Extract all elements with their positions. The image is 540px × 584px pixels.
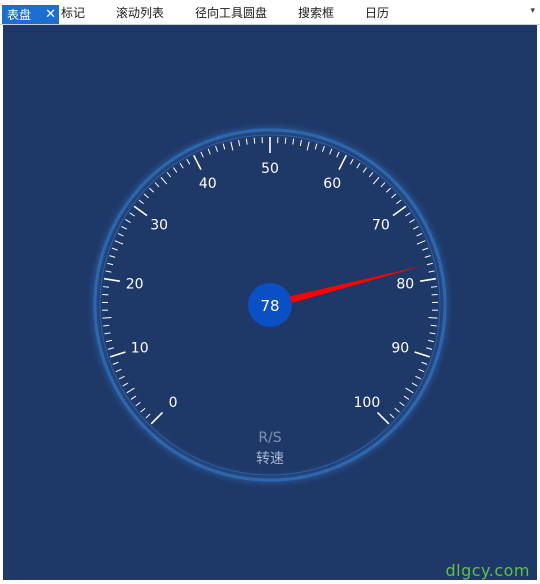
gauge-minor-tick xyxy=(102,286,110,288)
tab-dial-label: 表盘 xyxy=(7,8,32,22)
gauge-tick-label: 70 xyxy=(372,217,390,233)
gauge-minor-tick xyxy=(428,316,438,319)
gauge-minor-tick xyxy=(253,137,256,144)
gauge-tick-label: 100 xyxy=(354,395,381,411)
tab-scroll-list[interactable]: 滚动列表 xyxy=(116,3,164,23)
gauge-title: 转速 xyxy=(256,451,284,467)
app-window: 表盘 ✕ 标记 滚动列表 径向工具圆盘 搜索框 日历 ▾ 0 10 20 30 40 50… xyxy=(0,0,540,584)
gauge-tick-label: 10 xyxy=(131,340,149,356)
close-icon[interactable]: ✕ xyxy=(45,5,56,24)
gauge-tick-label: 90 xyxy=(391,340,409,356)
gauge-tick-label: 60 xyxy=(323,176,341,192)
gauge-tick-label: 30 xyxy=(150,217,168,233)
tab-bar: 表盘 ✕ 标记 滚动列表 径向工具圆盘 搜索框 日历 ▾ xyxy=(0,0,540,25)
tab-radial-tool-disc[interactable]: 径向工具圆盘 xyxy=(195,3,267,23)
gauge: 0 10 20 30 40 50 60 70 80 90 100 78 R/S 转速 xyxy=(85,120,455,490)
gauge-tick-label: 80 xyxy=(396,277,414,293)
gauge-unit: R/S xyxy=(258,430,281,446)
gauge-tick-label: 40 xyxy=(199,176,217,192)
tab-calendar[interactable]: 日历 xyxy=(365,3,389,23)
gauge-minor-tick xyxy=(284,137,287,144)
dial-panel: 0 10 20 30 40 50 60 70 80 90 100 78 R/S 转速 xyxy=(3,25,537,580)
tab-markers[interactable]: 标记 xyxy=(61,3,85,23)
gauge-tick-label: 50 xyxy=(261,161,279,177)
chevron-down-icon[interactable]: ▾ xyxy=(530,6,535,16)
gauge-tick-label: 0 xyxy=(169,395,178,411)
tab-search-box[interactable]: 搜索框 xyxy=(298,3,334,23)
gauge-value: 78 xyxy=(260,297,279,315)
gauge-minor-tick xyxy=(430,286,438,288)
gauge-tick-label: 20 xyxy=(126,277,144,293)
watermark: dlgcy.com xyxy=(445,561,530,580)
tab-dial[interactable]: 表盘 ✕ xyxy=(2,5,59,24)
gauge-minor-tick xyxy=(102,316,112,319)
